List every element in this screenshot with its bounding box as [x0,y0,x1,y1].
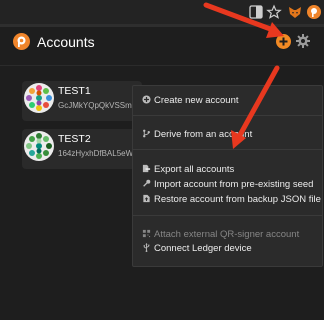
browser-toolbar [0,0,324,24]
menu-item-label: Create new account [154,95,239,106]
header-divider [0,65,324,66]
menu-item-label: Export all accounts [154,164,235,175]
polkadot-extension-icon[interactable] [306,4,322,20]
account-name: TEST1 [58,85,91,97]
popup-header: Accounts [0,27,324,61]
gear-icon[interactable] [295,33,311,49]
polkadot-logo-icon [13,33,30,50]
add-account-button[interactable] [276,34,291,49]
menu-item-export-all-accounts[interactable]: Export all accounts [142,164,234,178]
account-address: GcJMkYQpQkVSSm5YPvr [58,101,142,110]
menu-item-create-new-account[interactable]: Create new account [142,95,239,109]
file-upload-icon [143,194,150,203]
page-title: Accounts [37,34,95,50]
menu-item-label: Derive from an account [154,129,253,140]
account-address: 164zHyxhDfBAL5eWVvH [58,149,142,158]
menu-item-derive-from-account[interactable]: Derive from an account [142,129,252,143]
menu-item-label: Attach external QR-signer account [154,229,300,240]
account-card-test1[interactable]: TEST1 GcJMkYQpQkVSSm5YPvr [22,81,142,121]
usb-icon [143,243,150,252]
menu-item-import-account-from-seed[interactable]: Import account from pre-existing seed [142,179,313,193]
translate-icon[interactable] [248,4,264,20]
qrcode-icon [142,229,151,238]
menu-separator [133,115,322,116]
menu-separator [133,215,322,216]
file-export-icon [142,164,151,173]
menu-item-label: Connect Ledger device [154,243,252,254]
account-card-test2[interactable]: TEST2 164zHyxhDfBAL5eWVvH [22,129,142,169]
menu-item-attach-qr-signer: Attach external QR-signer account [142,229,299,243]
menu-separator [133,149,322,150]
add-account-menu: Create new account Derive from an accoun… [132,85,323,267]
key-icon [143,179,151,187]
extension-popup: Accounts TEST1 GcJMkYQpQkVSSm TEST2 164z… [0,27,324,320]
menu-item-restore-from-json[interactable]: Restore account from backup JSON file [142,194,321,208]
plus-circle-icon [279,37,288,46]
identicon [24,131,54,161]
bookmark-star-icon[interactable] [266,4,282,20]
plus-circle-icon [142,95,151,104]
menu-item-label: Import account from pre-existing seed [154,179,314,190]
menu-item-connect-ledger[interactable]: Connect Ledger device [142,243,252,257]
account-name: TEST2 [58,133,91,145]
metamask-fox-icon[interactable] [287,4,303,20]
code-branch-icon [143,129,150,138]
identicon [24,83,54,113]
screenshot-root: Accounts TEST1 GcJMkYQpQkVSSm TEST2 164z… [0,0,324,320]
menu-item-label: Restore account from backup JSON file [154,194,321,205]
